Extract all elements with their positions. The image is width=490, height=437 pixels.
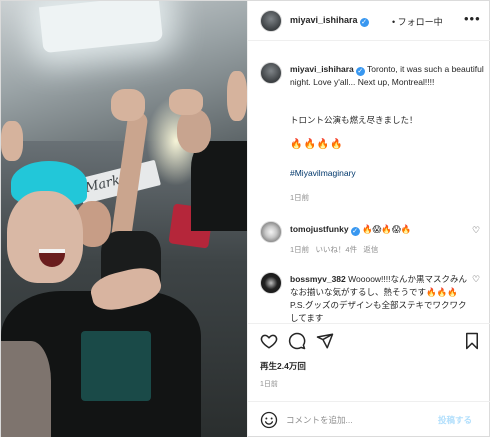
verified-badge-icon: ✓	[355, 67, 365, 76]
comment-likes[interactable]: いいね！4件	[315, 245, 357, 254]
comment-text: tomojustfunky ✓ 🔥😱🔥😱🔥	[290, 224, 411, 236]
comment-avatar[interactable]	[260, 221, 282, 243]
emoji-smile-icon[interactable]	[260, 411, 278, 429]
like-heart-icon[interactable]	[260, 332, 278, 350]
comment-avatar[interactable]	[260, 272, 282, 294]
photo-hand-peace-right	[169, 89, 203, 115]
caption-avatar[interactable]	[260, 62, 282, 84]
comment-input[interactable]	[286, 412, 426, 428]
comments-list[interactable]: miyavi_ishihara ✓ Toronto, it was such a …	[248, 41, 490, 323]
photo-tattoo-arm	[1, 341, 51, 437]
comment-text: bossmyv_382 Woooow!!!!なんか黒マスクみんなお揃いな気がする…	[290, 273, 468, 323]
caption-text: miyavi_ishihara ✓ Toronto, it was such a …	[290, 63, 486, 88]
comment-body: 🔥😱🔥😱🔥	[361, 224, 412, 234]
photo-hand-left	[1, 121, 23, 161]
comment-reply-button[interactable]: 返信	[363, 245, 378, 254]
photo-person-right	[191, 141, 247, 231]
view-count[interactable]: 再生2.4万回	[260, 360, 306, 372]
post-sidebar: miyavi_ishihara ✓ • フォロー中 ••• miyavi_ishi…	[247, 1, 490, 437]
caption-timestamp[interactable]: 1日前	[290, 192, 309, 203]
follow-status[interactable]: • フォロー中	[392, 15, 443, 28]
caption-japanese-text: トロント公演も燃え尽きました！	[290, 115, 418, 125]
verified-badge-icon: ✓	[359, 18, 369, 27]
comment-username[interactable]: bossmyv_382	[290, 274, 346, 284]
share-paper-plane-icon[interactable]	[316, 332, 334, 350]
comment-timestamp[interactable]: 1日前	[290, 245, 309, 254]
comment-meta: 1日前 いいね！4件 返信	[290, 244, 378, 255]
post-comment-button[interactable]: 投稿する	[438, 414, 472, 426]
post-header: miyavi_ishihara ✓ • フォロー中 •••	[248, 1, 490, 41]
author-avatar[interactable]	[260, 10, 282, 32]
author-username-text[interactable]: miyavi_ishihara	[290, 15, 358, 25]
photo-hand-peace-center	[111, 89, 145, 121]
caption-fire-emoji: 🔥🔥🔥🔥	[290, 139, 344, 150]
comment-composer: 投稿する	[248, 401, 490, 437]
comment-bubble-icon[interactable]	[288, 332, 306, 350]
action-bar	[248, 323, 490, 359]
separator-dot: •	[392, 17, 396, 27]
comment-username[interactable]: tomojustfunky	[290, 224, 349, 234]
bookmark-icon[interactable]	[464, 332, 480, 350]
post-timestamp[interactable]: 1日前	[260, 379, 278, 389]
caption-username[interactable]: miyavi_ishihara	[290, 64, 354, 74]
author-username[interactable]: miyavi_ishihara ✓	[290, 15, 369, 27]
comment-like-heart-icon[interactable]: ♡	[472, 274, 480, 285]
instagram-post: Mark miyavi_ishihara ✓ • フォロー中 ••• miyav…	[0, 0, 490, 437]
photo-shirt-print	[81, 331, 151, 401]
follow-button[interactable]: フォロー中	[398, 17, 443, 27]
photo-face-right	[177, 109, 211, 153]
more-icon[interactable]: •••	[464, 11, 481, 26]
post-photo[interactable]: Mark	[1, 1, 247, 437]
photo-face-front	[7, 191, 83, 283]
photo-hand-far-right	[227, 71, 247, 121]
caption-hashtag[interactable]: #Miyavilmaginary	[290, 168, 356, 178]
comment-like-heart-icon[interactable]: ♡	[472, 225, 480, 236]
verified-badge-icon: ✓	[350, 227, 360, 236]
